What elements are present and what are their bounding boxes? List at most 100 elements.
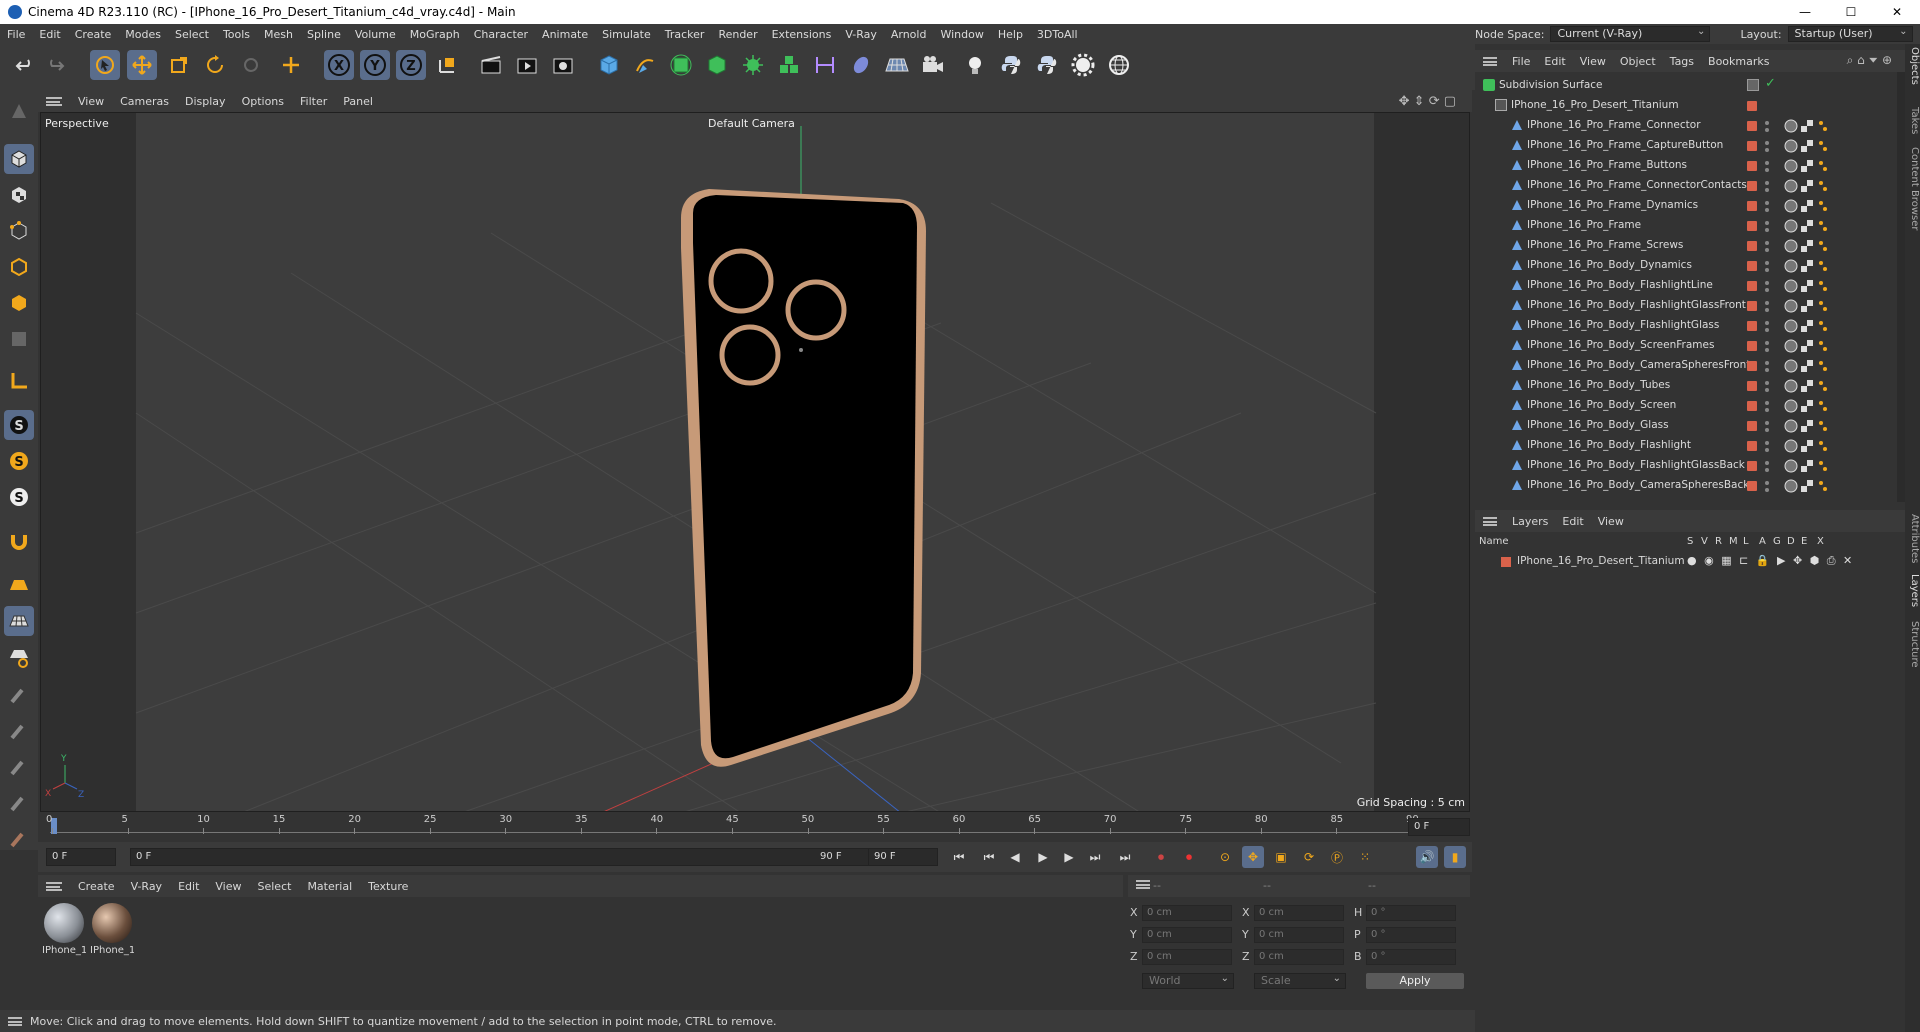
range-slider[interactable]: 0 F xyxy=(130,848,890,866)
coordinate-system-button[interactable] xyxy=(432,50,462,80)
smear-tool-button[interactable] xyxy=(4,788,34,818)
relax-tool-button[interactable] xyxy=(4,752,34,782)
viewport-menu-icon[interactable] xyxy=(46,96,62,106)
texture-mode-button[interactable] xyxy=(4,180,34,210)
coord-pos-x-field[interactable]: 0 cm xyxy=(1142,905,1232,921)
object-menu-file[interactable]: File xyxy=(1505,55,1537,68)
object-row[interactable]: IPhone_16_Pro_Frame_Screws xyxy=(1475,236,1897,256)
coord-pos-z-field[interactable]: 0 cm xyxy=(1142,949,1232,965)
next-frame-button[interactable]: ▶ xyxy=(1058,846,1080,868)
material-menu-create[interactable]: Create xyxy=(70,880,123,893)
axis-tool-button[interactable] xyxy=(276,50,306,80)
prev-frame-button[interactable]: ◀ xyxy=(1004,846,1026,868)
visibility-dots-icon[interactable] xyxy=(1765,419,1769,433)
3d-viewport[interactable]: Y X Z Perspective Default Camera Grid Sp… xyxy=(40,112,1470,812)
layer-color-swatch[interactable] xyxy=(1747,481,1757,491)
settings-gear-button[interactable] xyxy=(1068,50,1098,80)
menu-volume[interactable]: Volume xyxy=(348,28,403,41)
viewport-menu-options[interactable]: Options xyxy=(234,95,292,108)
material-tags-icon[interactable] xyxy=(1783,438,1843,454)
layer-row[interactable]: IPhone_16_Pro_Desert_Titanium ● ◉ ▦ ⊏ 🔒 … xyxy=(1475,552,1905,572)
object-row[interactable]: IPhone_16_Pro_Body_Screen xyxy=(1475,396,1897,416)
menu-spline[interactable]: Spline xyxy=(300,28,348,41)
uv-mode-button[interactable] xyxy=(4,324,34,354)
layers-menu-icon[interactable] xyxy=(1483,516,1497,526)
menu-tracker[interactable]: Tracker xyxy=(658,28,712,41)
point-mode-button[interactable] xyxy=(4,216,34,246)
coord-rot-b-field[interactable]: 0 ° xyxy=(1366,949,1456,965)
menu-mograph[interactable]: MoGraph xyxy=(403,28,467,41)
menu-create[interactable]: Create xyxy=(68,28,119,41)
keyframe-selection-button[interactable]: ⊙ xyxy=(1214,846,1236,868)
tab-takes[interactable]: Takes xyxy=(1905,104,1920,138)
object-row[interactable]: IPhone_16_Pro_Body_ScreenFrames xyxy=(1475,336,1897,356)
material-menu-edit[interactable]: Edit xyxy=(170,880,207,893)
end-frame-field[interactable]: 90 F xyxy=(868,848,938,866)
visibility-dots-icon[interactable] xyxy=(1765,219,1769,233)
material-tags-icon[interactable] xyxy=(1783,378,1843,394)
layer-color-swatch[interactable] xyxy=(1747,141,1757,151)
layer-color-swatch[interactable] xyxy=(1747,301,1757,311)
visibility-dots-icon[interactable] xyxy=(1765,439,1769,453)
viewport-menu-panel[interactable]: Panel xyxy=(335,95,381,108)
visibility-dots-icon[interactable] xyxy=(1765,199,1769,213)
object-row-group[interactable]: IPhone_16_Pro_Desert_Titanium xyxy=(1475,96,1897,116)
material-tags-icon[interactable] xyxy=(1783,258,1843,274)
material-tags-icon[interactable] xyxy=(1783,198,1843,214)
tab-objects[interactable]: Objects xyxy=(1905,46,1920,86)
render-settings-button[interactable] xyxy=(548,50,578,80)
subdivision-button[interactable] xyxy=(666,50,696,80)
paint-tool-button[interactable] xyxy=(4,716,34,746)
material-tags-icon[interactable] xyxy=(1783,318,1843,334)
python-button-2[interactable] xyxy=(1032,50,1062,80)
redo-button[interactable] xyxy=(40,50,70,80)
polygon-mode-button[interactable] xyxy=(4,288,34,318)
light-button[interactable] xyxy=(960,50,990,80)
menu-vray[interactable]: V-Ray xyxy=(838,28,884,41)
material-tags-icon[interactable] xyxy=(1783,218,1843,234)
object-row[interactable]: IPhone_16_Pro_Body_Tubes xyxy=(1475,376,1897,396)
record-pla-button[interactable]: ⁙ xyxy=(1354,846,1376,868)
material-swatch-1[interactable]: IPhone_1 xyxy=(42,903,86,956)
record-position-button[interactable]: ✥ xyxy=(1242,846,1264,868)
viewport-menu-display[interactable]: Display xyxy=(177,95,234,108)
menu-edit[interactable]: Edit xyxy=(32,28,67,41)
sound-button[interactable]: 🔊 xyxy=(1416,846,1438,868)
visibility-dots-icon[interactable] xyxy=(1765,279,1769,293)
layer-color-swatch[interactable] xyxy=(1747,381,1757,391)
timeline-ruler[interactable]: 051015202530354045505560657075808590 0 F xyxy=(38,812,1472,842)
sculpt-brush-button[interactable] xyxy=(4,680,34,710)
layer-color-swatch[interactable] xyxy=(1747,441,1757,451)
layer-color-swatch[interactable] xyxy=(1747,221,1757,231)
layer-color-swatch[interactable] xyxy=(1747,281,1757,291)
menu-3dtoall[interactable]: 3DToAll xyxy=(1030,28,1085,41)
x-axis-lock-button[interactable]: X xyxy=(324,50,354,80)
make-editable-button[interactable] xyxy=(4,96,34,126)
object-row[interactable]: IPhone_16_Pro_Body_Glass xyxy=(1475,416,1897,436)
object-row[interactable]: IPhone_16_Pro_Frame_Connector xyxy=(1475,116,1897,136)
material-tags-icon[interactable] xyxy=(1783,478,1843,494)
z-axis-lock-button[interactable]: Z xyxy=(396,50,426,80)
coord-pos-y-field[interactable]: 0 cm xyxy=(1142,927,1232,943)
object-row[interactable]: IPhone_16_Pro_Frame xyxy=(1475,216,1897,236)
visibility-dots-icon[interactable] xyxy=(1765,399,1769,413)
object-row[interactable]: IPhone_16_Pro_Body_Flashlight xyxy=(1475,436,1897,456)
camera-button[interactable] xyxy=(918,50,948,80)
visibility-dots-icon[interactable] xyxy=(1765,259,1769,273)
material-tags-icon[interactable] xyxy=(1783,178,1843,194)
menu-select[interactable]: Select xyxy=(168,28,216,41)
status-menu-icon[interactable] xyxy=(8,1016,22,1026)
node-space-dropdown[interactable]: Current (V-Ray) xyxy=(1550,25,1711,42)
visibility-dots-icon[interactable] xyxy=(1765,319,1769,333)
layer-name[interactable]: IPhone_16_Pro_Desert_Titanium xyxy=(1517,555,1685,567)
material-tags-icon[interactable] xyxy=(1783,418,1843,434)
extrude-button[interactable] xyxy=(702,50,732,80)
apply-button[interactable]: Apply xyxy=(1366,973,1464,989)
material-tags-icon[interactable] xyxy=(1783,118,1843,134)
snap-mode-button[interactable]: S xyxy=(4,482,34,512)
material-tags-icon[interactable] xyxy=(1783,358,1843,374)
material-tags-icon[interactable] xyxy=(1783,458,1843,474)
prev-key-button[interactable]: ⏮ xyxy=(978,846,1000,868)
object-row-root[interactable]: Subdivision Surface ✓ xyxy=(1475,76,1897,96)
record-scale-button[interactable]: ▣ xyxy=(1270,846,1292,868)
